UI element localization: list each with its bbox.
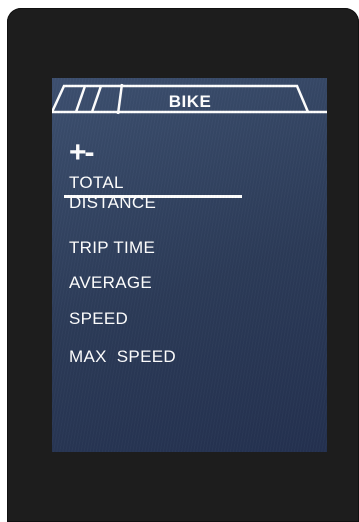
selection-underline: [64, 195, 242, 198]
tab-divider-3: [116, 83, 124, 115]
menu-item-total-distance[interactable]: TOTAL DISTANCE: [69, 173, 156, 213]
plus-minus-icon[interactable]: +-: [69, 138, 94, 168]
tab-divider-1: [74, 85, 87, 113]
menu-item-average[interactable]: AVERAGE: [69, 273, 152, 293]
menu-item-trip-time[interactable]: TRIP TIME: [69, 238, 155, 258]
display-screen: BIKE +- TOTAL DISTANCE TRIP TIME AVERAGE…: [52, 78, 327, 452]
menu-item-max-speed[interactable]: MAX SPEED: [69, 347, 176, 367]
tab-divider-2: [90, 85, 103, 113]
device-bezel: BIKE +- TOTAL DISTANCE TRIP TIME AVERAGE…: [7, 8, 359, 522]
tab-bike[interactable]: BIKE: [164, 92, 216, 112]
menu-item-speed[interactable]: SPEED: [69, 309, 128, 329]
